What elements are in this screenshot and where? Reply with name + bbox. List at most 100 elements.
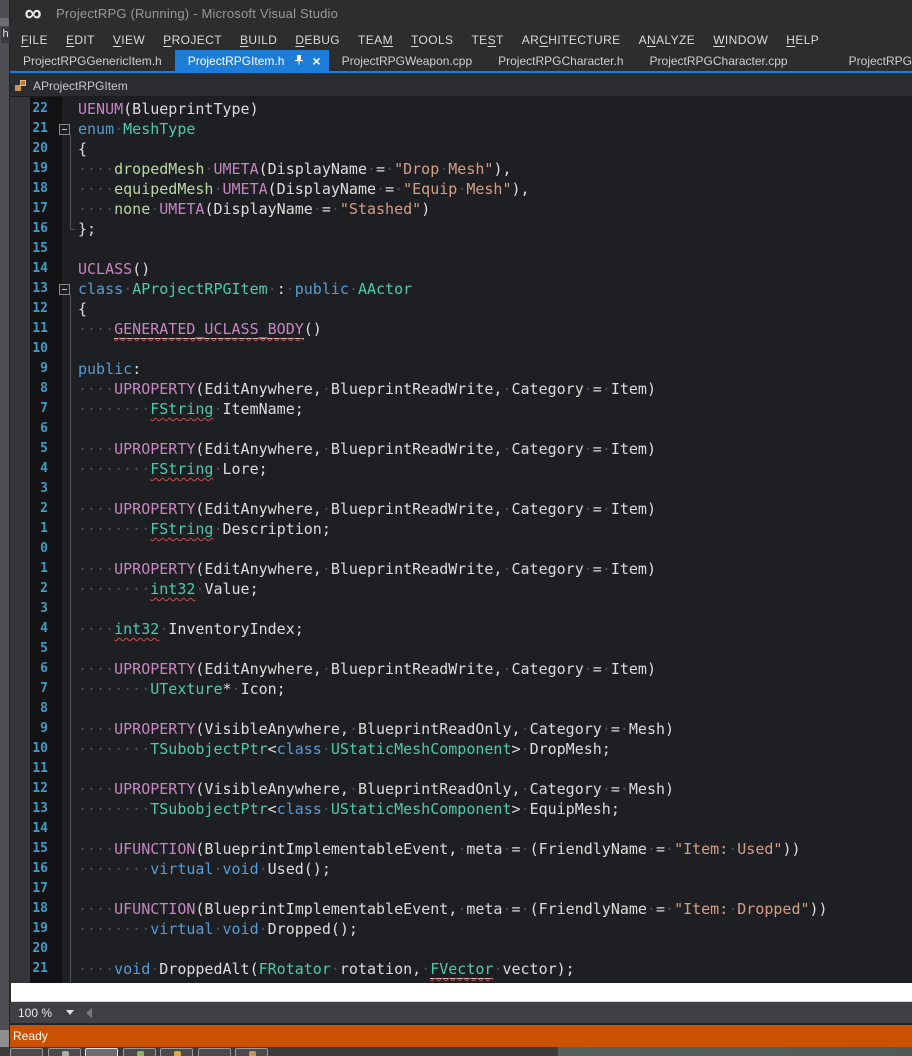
code-line[interactable]: 8····UPROPERTY(EditAnywhere,·BlueprintRe…: [10, 379, 912, 399]
menu-build[interactable]: BUILD: [231, 30, 286, 50]
taskbar-button[interactable]: [235, 1048, 268, 1056]
code-line[interactable]: 20: [10, 939, 912, 959]
code-text: ····int32·InventoryIndex;: [78, 619, 912, 639]
pin-icon[interactable]: [294, 54, 304, 68]
line-number: 11: [10, 319, 56, 339]
fold-toggle[interactable]: [59, 124, 70, 135]
tab-label: ProjectRPGWeapon.cpp: [342, 54, 473, 68]
code-line[interactable]: 3: [10, 479, 912, 499]
code-editor[interactable]: 22UENUM(BlueprintType)21enum·MeshType20{…: [10, 97, 912, 983]
code-line[interactable]: 21enum·MeshType: [10, 119, 912, 139]
code-line[interactable]: 2········int32·Value;: [10, 579, 912, 599]
outline-margin: [56, 179, 78, 199]
horizontal-scrollbar[interactable]: [92, 1002, 912, 1023]
menu-window[interactable]: WINDOW: [704, 30, 777, 50]
outline-margin: [56, 699, 78, 719]
code-line[interactable]: 10: [10, 339, 912, 359]
code-line[interactable]: 5: [10, 639, 912, 659]
outline-margin: [56, 519, 78, 539]
menu-team[interactable]: TEAM: [349, 30, 402, 50]
code-line[interactable]: 7········FString·ItemName;: [10, 399, 912, 419]
code-line[interactable]: 15····UFUNCTION(BlueprintImplementableEv…: [10, 839, 912, 859]
code-line[interactable]: 10········TSubobjectPtr<class·UStaticMes…: [10, 739, 912, 759]
menu-view[interactable]: VIEW: [104, 30, 154, 50]
outline-margin: [56, 799, 78, 819]
menu-test[interactable]: TEST: [462, 30, 512, 50]
line-number: 5: [10, 639, 56, 659]
code-line[interactable]: 9····UPROPERTY(VisibleAnywhere,·Blueprin…: [10, 719, 912, 739]
tab-projectrpgweapon.cpp[interactable]: ProjectRPGWeapon.cpp: [329, 50, 486, 71]
menu-debug[interactable]: DEBUG: [286, 30, 349, 50]
code-text: [78, 699, 912, 719]
tab-projectrpgitem.h[interactable]: ProjectRPGItem.h×: [175, 50, 329, 71]
code-line[interactable]: 13class·AProjectRPGItem·:·public·AActor: [10, 279, 912, 299]
taskbar-button[interactable]: [85, 1048, 118, 1056]
code-line[interactable]: 22UENUM(BlueprintType): [10, 99, 912, 119]
code-line[interactable]: 3: [10, 599, 912, 619]
code-line[interactable]: 1········FString·Description;: [10, 519, 912, 539]
menu-help[interactable]: HELP: [777, 30, 828, 50]
code-line[interactable]: 18····equipedMesh·UMETA(DisplayName·=·"E…: [10, 179, 912, 199]
code-line[interactable]: 0: [10, 539, 912, 559]
code-line[interactable]: 8: [10, 699, 912, 719]
code-line[interactable]: 17: [10, 879, 912, 899]
code-line[interactable]: 9public:: [10, 359, 912, 379]
code-line[interactable]: 7········UTexture*·Icon;: [10, 679, 912, 699]
code-line[interactable]: 12····UPROPERTY(VisibleAnywhere,·Bluepri…: [10, 779, 912, 799]
class-icon: [14, 79, 27, 92]
menu-architecture[interactable]: ARCHITECTURE: [513, 30, 630, 50]
taskbar-button[interactable]: [48, 1048, 81, 1056]
code-line[interactable]: 11····GENERATED_UCLASS_BODY(): [10, 319, 912, 339]
outline-margin: [56, 739, 78, 759]
code-line[interactable]: 21····void·DroppedAlt(FRotator·rotation,…: [10, 959, 912, 979]
close-icon[interactable]: ×: [312, 55, 320, 67]
vs-window: ∞ ProjectRPG (Running) - Microsoft Visua…: [0, 0, 912, 1056]
menu-project[interactable]: PROJECT: [154, 30, 231, 50]
menu-file[interactable]: FILE: [12, 30, 57, 50]
code-line[interactable]: 18····UFUNCTION(BlueprintImplementableEv…: [10, 899, 912, 919]
code-line[interactable]: 12{: [10, 299, 912, 319]
code-line[interactable]: 15: [10, 239, 912, 259]
code-line[interactable]: 2····UPROPERTY(EditAnywhere,·BlueprintRe…: [10, 499, 912, 519]
line-number: 12: [10, 299, 56, 319]
code-text: ····UFUNCTION(BlueprintImplementableEven…: [78, 839, 912, 859]
outline-margin: [56, 339, 78, 359]
line-number: 13: [10, 799, 56, 819]
taskbar-button[interactable]: [10, 1048, 43, 1056]
tab-label: ProjectRPGGenericItem.h: [23, 54, 162, 68]
code-line[interactable]: 1····UPROPERTY(EditAnywhere,·BlueprintRe…: [10, 559, 912, 579]
code-line[interactable]: 5····UPROPERTY(EditAnywhere,·BlueprintRe…: [10, 439, 912, 459]
code-line[interactable]: 16};: [10, 219, 912, 239]
code-line[interactable]: 14UCLASS(): [10, 259, 912, 279]
code-line[interactable]: 19····dropedMesh·UMETA(DisplayName·=·"Dr…: [10, 159, 912, 179]
taskbar-button[interactable]: [198, 1048, 231, 1056]
menu-edit[interactable]: EDIT: [57, 30, 104, 50]
code-line[interactable]: 11: [10, 759, 912, 779]
line-number: 2: [10, 499, 56, 519]
breadcrumb[interactable]: AProjectRPGItem: [33, 79, 128, 93]
tab-projectrpggenericitem.h[interactable]: ProjectRPGGenericItem.h: [10, 50, 175, 71]
code-line[interactable]: 4····int32·InventoryIndex;: [10, 619, 912, 639]
menu-tools[interactable]: TOOLS: [402, 30, 462, 50]
menu-analyze[interactable]: ANALYZE: [630, 30, 705, 50]
code-line[interactable]: 14: [10, 819, 912, 839]
taskbar-button[interactable]: [160, 1048, 193, 1056]
tab-projectrpg[interactable]: ProjectRPG: [836, 50, 912, 71]
line-number: 2: [10, 579, 56, 599]
tab-projectrpgcharacter.h[interactable]: ProjectRPGCharacter.h: [485, 50, 636, 71]
zoom-level-select[interactable]: 100 %: [10, 1002, 76, 1023]
code-line[interactable]: 16········virtual·void·Used();: [10, 859, 912, 879]
chevron-down-icon: [66, 1010, 74, 1015]
code-line[interactable]: 6····UPROPERTY(EditAnywhere,·BlueprintRe…: [10, 659, 912, 679]
taskbar-button[interactable]: [123, 1048, 156, 1056]
fold-toggle[interactable]: [59, 284, 70, 295]
code-line[interactable]: 6: [10, 419, 912, 439]
edge-notch: [0, 18, 9, 26]
tab-projectrpgcharacter.cpp[interactable]: ProjectRPGCharacter.cpp: [637, 50, 801, 71]
navigation-bar[interactable]: AProjectRPGItem: [10, 75, 912, 97]
code-line[interactable]: 13········TSubobjectPtr<class·UStaticMes…: [10, 799, 912, 819]
code-line[interactable]: 4········FString·Lore;: [10, 459, 912, 479]
code-line[interactable]: 20{: [10, 139, 912, 159]
code-line[interactable]: 19········virtual·void·Dropped();: [10, 919, 912, 939]
code-line[interactable]: 17····none·UMETA(DisplayName·=·"Stashed"…: [10, 199, 912, 219]
